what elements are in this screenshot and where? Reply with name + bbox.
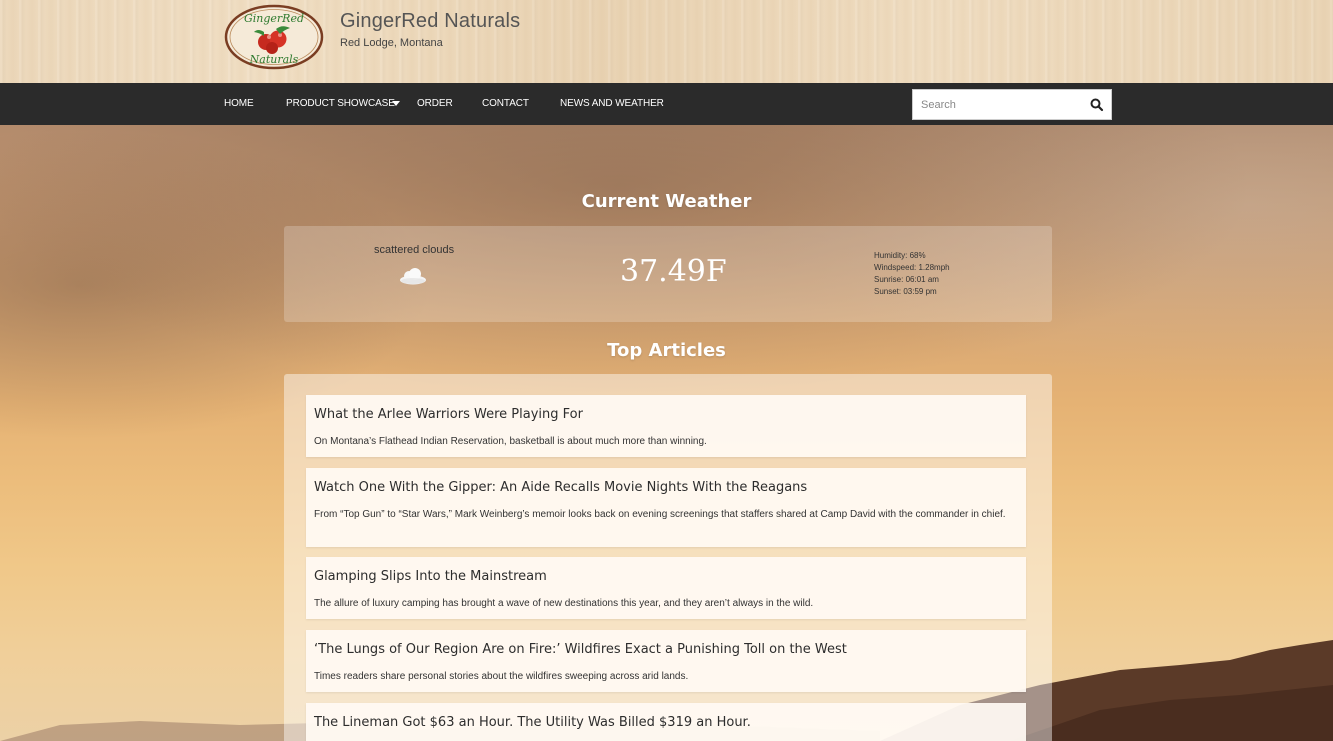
nav-item-order[interactable]: ORDER [417,83,453,125]
cloud-icon [400,268,426,285]
main-nav: HOME PRODUCT SHOWCASE ORDER CONTACT NEWS… [0,83,1333,125]
weather-stats: Humidity: 68% Windspeed: 1.28mph Sunrise… [874,250,950,298]
site-header: GingerRed Naturals GingerRed Naturals Re… [0,0,1333,83]
article-title[interactable]: Watch One With the Gipper: An Aide Recal… [314,480,807,495]
chevron-down-icon[interactable] [392,101,400,106]
logo-text-top: GingerRed [244,12,304,25]
articles-panel: What the Arlee Warriors Were Playing For… [284,374,1052,741]
article-title[interactable]: ‘The Lungs of Our Region Are on Fire:’ W… [314,642,847,657]
search-box [912,89,1112,120]
nav-item-product-showcase[interactable]: PRODUCT SHOWCASE [286,83,395,125]
nav-item-contact[interactable]: CONTACT [482,83,529,125]
article-abstract: From “Top Gun” to “Star Wars,” Mark Wein… [314,509,1006,520]
brand-location: Red Lodge, Montana [340,37,443,49]
weather-section-title: Current Weather [581,191,752,212]
nav-item-news-and-weather[interactable]: NEWS AND WEATHER [560,83,664,125]
nav-item-home[interactable]: HOME [224,83,254,125]
article-card[interactable]: The Lineman Got $63 an Hour. The Utility… [306,703,1026,741]
article-card[interactable]: Glamping Slips Into the Mainstream The a… [306,557,1026,619]
weather-humidity: Humidity: 68% [874,251,926,260]
article-abstract: On Montana’s Flathead Indian Reservation… [314,436,707,447]
article-abstract: Times readers share personal stories abo… [314,671,689,682]
weather-sunrise: Sunrise: 06:01 am [874,275,939,284]
search-icon[interactable] [1089,97,1105,113]
articles-section-title: Top Articles [607,340,726,361]
weather-temperature: 37.49F [620,254,727,289]
logo-text-bottom: Naturals [249,53,299,66]
article-title[interactable]: What the Arlee Warriors Were Playing For [314,407,583,422]
brand-name[interactable]: GingerRed Naturals [340,10,520,33]
article-title[interactable]: Glamping Slips Into the Mainstream [314,569,547,584]
gingerred-logo[interactable]: GingerRed Naturals [224,4,324,70]
weather-windspeed: Windspeed: 1.28mph [874,263,950,272]
search-input[interactable] [913,90,1083,119]
article-abstract: The allure of luxury camping has brought… [314,598,814,609]
weather-sunset: Sunset: 03:59 pm [874,287,937,296]
article-card[interactable]: What the Arlee Warriors Were Playing For… [306,395,1026,457]
article-card[interactable]: ‘The Lungs of Our Region Are on Fire:’ W… [306,630,1026,692]
article-card[interactable]: Watch One With the Gipper: An Aide Recal… [306,468,1026,547]
article-title[interactable]: The Lineman Got $63 an Hour. The Utility… [314,715,751,730]
weather-card: scattered clouds 37.49F Humidity: 68% Wi… [284,226,1052,322]
weather-description: scattered clouds [374,244,455,256]
